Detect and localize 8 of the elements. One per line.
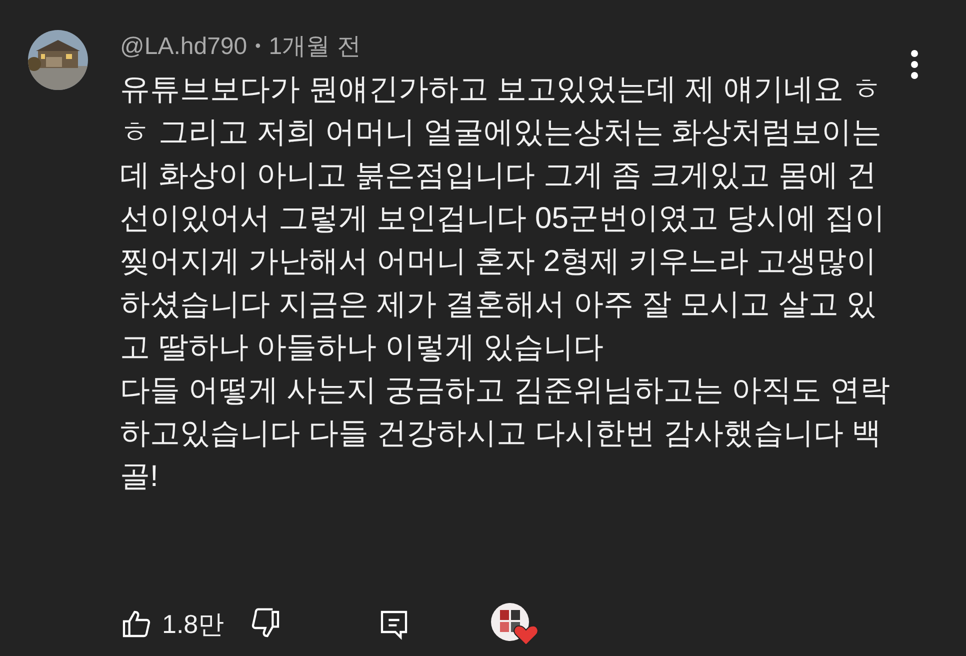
comment-text: 다들 어떻게 사는지 궁금하고 김준위님하고는 아직도 연락하고있습니다 다들 건강하시고 다시한번 감사했습니다 백골! xyxy=(120,373,892,495)
comment-text: 유튜브보다가 뭔얘긴가하고 보고있었는데 제 얘기네요 ㅎㅎ 그리고 저희 어머니 얼굴에있는상처는 화상처럼보이는데 화상이 아니고 붉은점입니다 그게 좀 크게있고 몸에 건선이있어서 그렇게 보인겁니다 05군번이였고 당시에 집이 찢어지게 가난해서 어머니 혼자 2형제 키우느라 고생많이하셨습니다 지금은 제가 결혼해서 아주 잘 모시고 살고 있고 딸하나 아들하나 이렇게 있습니다 xyxy=(120,72,886,366)
thumbs-up-icon[interactable] xyxy=(120,608,152,640)
comment-time: 1개월 전 xyxy=(268,32,361,62)
more-options-icon[interactable] xyxy=(909,48,920,81)
author-name[interactable]: @LA.hd790 xyxy=(120,29,248,65)
separator: • xyxy=(255,37,261,57)
like-count: 1.8만 xyxy=(162,608,224,640)
